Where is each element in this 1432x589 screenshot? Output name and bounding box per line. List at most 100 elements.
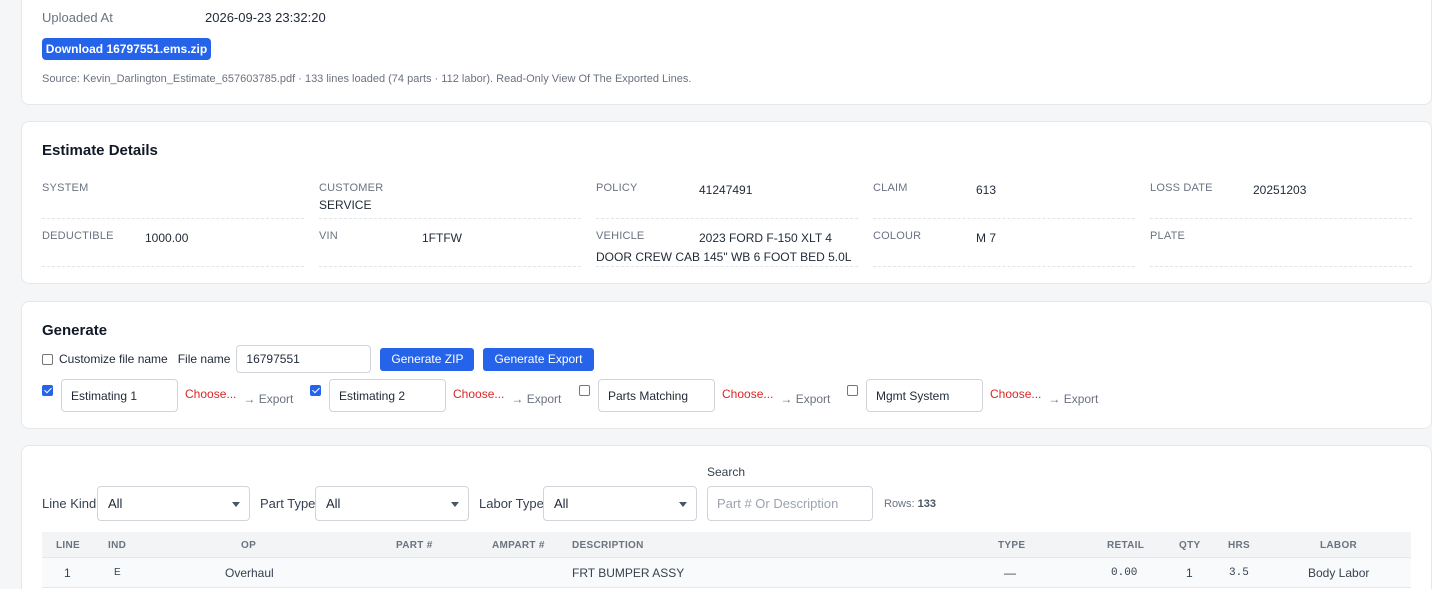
- export-target-estimating-2: Estimating 2 Choose... → Export: [310, 379, 561, 412]
- chevron-down-icon: [451, 502, 459, 507]
- field-vehicle: Vehicle 2023 FORD F-150 XLT 4 DOOR CREW …: [596, 230, 858, 267]
- choose-file-link[interactable]: Choose...: [185, 387, 236, 401]
- part-type-label: Part Type: [260, 496, 316, 511]
- cell-description: FRT BUMPER ASSY: [572, 566, 685, 580]
- export-link[interactable]: → Export: [243, 392, 293, 406]
- deductible-label: Deductible: [42, 230, 114, 242]
- lines-table-header: LINE IND OP PART # AMPART # DESCRIPTION …: [42, 532, 1411, 558]
- cell-line: 1: [64, 566, 71, 580]
- policy-label: Policy: [596, 182, 638, 194]
- field-claim: Claim 613: [873, 182, 1135, 219]
- policy-value: 41247491: [699, 183, 753, 197]
- generate-controls: Customize file name File name 16797551 G…: [42, 345, 594, 373]
- deductible-value: 1000.00: [145, 231, 189, 245]
- generate-title: Generate: [42, 322, 108, 339]
- export-checkbox[interactable]: [579, 385, 590, 396]
- generate-export-button[interactable]: Generate Export: [483, 347, 594, 371]
- system-label: System: [42, 182, 89, 194]
- export-checkbox[interactable]: [847, 385, 858, 396]
- table-row[interactable]: 1 E Overhaul FRT BUMPER ASSY — 0.00 1 3.…: [42, 558, 1411, 588]
- file-name-input[interactable]: 16797551: [236, 345, 372, 373]
- cell-type: —: [1004, 566, 1016, 580]
- choose-file-link[interactable]: Choose...: [722, 387, 773, 401]
- col-ind[interactable]: IND: [108, 540, 126, 551]
- col-qty[interactable]: QTY: [1179, 540, 1200, 551]
- uploaded-at-label: Uploaded At: [42, 10, 113, 25]
- download-zip-button[interactable]: Download 16797551.ems.zip: [42, 38, 211, 60]
- labor-type-select[interactable]: All: [543, 486, 697, 521]
- customer-value: SERVICE: [319, 198, 372, 212]
- generate-card: Generate Customize file name File name 1…: [21, 301, 1432, 429]
- line-kind-select[interactable]: All: [97, 486, 250, 521]
- lines-card: Line Kind All Part Type All Labor Type A…: [21, 445, 1432, 589]
- col-retail[interactable]: RETAIL: [1107, 540, 1144, 551]
- field-policy: Policy 41247491: [596, 182, 858, 219]
- export-checkbox[interactable]: [42, 385, 53, 396]
- customize-file-name-label: Customize file name: [59, 352, 168, 366]
- loss-date-label: Loss Date: [1150, 182, 1213, 194]
- col-op[interactable]: OP: [241, 540, 256, 551]
- col-hrs[interactable]: HRS: [1228, 540, 1250, 551]
- uploaded-at-value: 2026-09-23 23:32:20: [205, 10, 326, 25]
- chevron-down-icon: [679, 502, 687, 507]
- export-target-mgmt-system: Mgmt System Choose... → Export: [847, 379, 1098, 412]
- cell-op: Overhaul: [225, 566, 274, 580]
- cell-retail: 0.00: [1111, 567, 1138, 579]
- col-type[interactable]: TYPE: [998, 540, 1025, 551]
- export-name-input[interactable]: Parts Matching: [598, 379, 715, 412]
- rows-label: Rows:: [884, 498, 915, 510]
- field-plate: Plate: [1150, 230, 1412, 267]
- export-link[interactable]: → Export: [511, 392, 561, 406]
- cell-qty: 1: [1186, 566, 1193, 580]
- rows-value: 133: [917, 498, 936, 510]
- plate-label: Plate: [1150, 230, 1186, 242]
- field-customer: Customer SERVICE: [319, 182, 581, 219]
- source-info: Source: Kevin_Darlington_Estimate_657603…: [42, 73, 692, 85]
- cell-labor: Body Labor: [1308, 566, 1370, 580]
- customize-file-name-checkbox[interactable]: [42, 353, 53, 365]
- col-line[interactable]: LINE: [56, 540, 80, 551]
- customer-label: Customer: [319, 182, 384, 194]
- vin-label: VIN: [319, 230, 338, 242]
- export-link[interactable]: → Export: [1048, 392, 1098, 406]
- export-checkbox[interactable]: [310, 385, 321, 396]
- search-input[interactable]: Part # Or Description: [707, 486, 873, 521]
- loss-date-value: 20251203: [1253, 183, 1307, 197]
- col-labor[interactable]: LABOR: [1320, 540, 1357, 551]
- field-system: System: [42, 182, 304, 219]
- claim-value: 613: [976, 183, 997, 197]
- choose-file-link[interactable]: Choose...: [453, 387, 504, 401]
- cell-ind: E: [114, 567, 121, 578]
- upload-card: Uploaded At 2026-09-23 23:32:20 Download…: [21, 0, 1432, 105]
- field-colour: Colour M 7: [873, 230, 1135, 267]
- part-type-value: All: [326, 496, 341, 511]
- labor-type-value: All: [554, 496, 569, 511]
- line-kind-label: Line Kind: [42, 496, 97, 511]
- estimate-details-title: Estimate Details: [42, 142, 158, 159]
- vehicle-value: 2023 FORD F-150 XLT 4 DOOR CREW CAB 145"…: [596, 231, 852, 264]
- col-ampart[interactable]: AMPART #: [492, 540, 545, 551]
- file-name-label: File name: [177, 352, 231, 366]
- part-type-select[interactable]: All: [315, 486, 469, 521]
- field-deductible: Deductible 1000.00: [42, 230, 304, 267]
- line-kind-value: All: [108, 496, 123, 511]
- labor-type-label: Labor Type: [479, 496, 544, 511]
- field-loss-date: Loss Date 20251203: [1150, 182, 1412, 219]
- colour-label: Colour: [873, 230, 922, 242]
- export-target-parts-matching: Parts Matching Choose... → Export: [579, 379, 830, 412]
- chevron-down-icon: [232, 502, 240, 507]
- cell-hrs: 3.5: [1229, 567, 1249, 579]
- col-description[interactable]: DESCRIPTION: [572, 540, 644, 551]
- col-part[interactable]: PART #: [396, 540, 433, 551]
- search-label: Search: [707, 465, 746, 479]
- export-target-estimating-1: Estimating 1 Choose... → Export: [42, 379, 293, 412]
- export-name-input[interactable]: Mgmt System: [866, 379, 983, 412]
- export-link[interactable]: → Export: [780, 392, 830, 406]
- export-name-input[interactable]: Estimating 1: [61, 379, 178, 412]
- generate-zip-button[interactable]: Generate ZIP: [380, 347, 475, 371]
- export-name-input[interactable]: Estimating 2: [329, 379, 446, 412]
- choose-file-link[interactable]: Choose...: [990, 387, 1041, 401]
- field-vin: VIN 1FTFW: [319, 230, 581, 267]
- colour-value: M 7: [976, 231, 997, 245]
- claim-label: Claim: [873, 182, 908, 194]
